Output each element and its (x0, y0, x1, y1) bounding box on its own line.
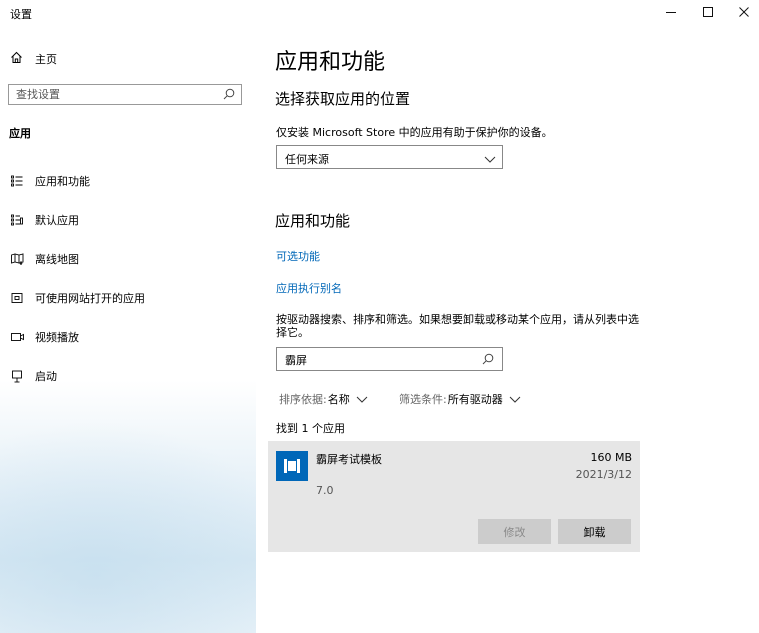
default-apps-icon (10, 213, 24, 227)
app-install-date: 2021/3/12 (575, 468, 632, 481)
search-icon[interactable] (221, 86, 237, 102)
sort-value: 名称 (327, 393, 350, 406)
close-button[interactable] (734, 4, 754, 20)
chevron-down-icon (509, 393, 521, 405)
sidebar-item-label: 视频播放 (35, 331, 79, 344)
sidebar-item-default-apps[interactable]: 默认应用 (10, 211, 79, 229)
chevron-down-icon (484, 150, 496, 163)
close-icon (739, 7, 749, 17)
sidebar-item-label: 可使用网站打开的应用 (35, 292, 145, 305)
home-icon (10, 51, 26, 68)
section-title: 应用 (9, 127, 31, 140)
results-count: 找到 1 个应用 (276, 422, 345, 435)
install-location-heading: 选择获取应用的位置 (275, 90, 411, 108)
sidebar-item-label: 应用和功能 (35, 175, 90, 188)
minimize-icon (666, 12, 676, 13)
app-name: 霸屏考试模板 (316, 453, 382, 466)
settings-search-input[interactable] (16, 87, 216, 102)
video-playback-icon (10, 330, 24, 344)
modify-button[interactable]: 修改 (478, 519, 551, 544)
sidebar-item-startup[interactable]: 启动 (10, 367, 57, 385)
filter-value: 所有驱动器 (447, 393, 503, 406)
sidebar-item-apps-for-websites[interactable]: 可使用网站打开的应用 (10, 289, 145, 307)
startup-icon (10, 369, 24, 383)
search-icon[interactable] (480, 351, 496, 367)
home-label: 主页 (35, 53, 57, 66)
optional-features-link[interactable]: 可选功能 (276, 248, 320, 264)
filter-by-dropdown[interactable]: 筛选条件: 所有驱动器 (399, 391, 521, 407)
sidebar-item-label: 离线地图 (35, 253, 79, 266)
app-execution-aliases-link[interactable]: 应用执行别名 (276, 280, 342, 296)
apps-for-websites-icon (10, 291, 24, 305)
sort-by-dropdown[interactable]: 排序依据: 名称 (279, 391, 368, 407)
sidebar-item-video-playback[interactable]: 视频播放 (10, 328, 79, 346)
settings-search[interactable] (8, 84, 242, 105)
app-size: 160 MB (590, 451, 632, 464)
chevron-down-icon (356, 393, 368, 405)
sidebar-item-label: 默认应用 (35, 214, 79, 227)
home-nav-item[interactable]: 主页 (10, 50, 57, 68)
app-list-item[interactable]: 霸屏考试模板 160 MB 2021/3/12 7.0 修改 卸载 (268, 441, 640, 552)
sidebar-item-offline-maps[interactable]: 离线地图 (10, 250, 79, 268)
window-title: 设置 (10, 8, 32, 21)
filter-label: 筛选条件: (399, 393, 447, 406)
apps-list-icon (10, 174, 24, 188)
install-location-text: 仅安装 Microsoft Store 中的应用有助于保护你的设备。 (276, 126, 553, 139)
uninstall-button[interactable]: 卸载 (558, 519, 631, 544)
minimize-button[interactable] (661, 4, 681, 20)
sidebar-item-apps-features[interactable]: 应用和功能 (10, 172, 90, 190)
sidebar-item-label: 启动 (35, 370, 57, 383)
app-search-box[interactable] (276, 347, 503, 371)
page-title: 应用和功能 (275, 50, 386, 75)
apps-features-heading: 应用和功能 (275, 212, 351, 230)
sidebar: 设置 主页 应用 应用和功能 默认应用 离线地图 可使用网站打 (0, 0, 256, 633)
maximize-icon (703, 7, 713, 17)
install-source-dropdown[interactable]: 任何来源 (276, 145, 503, 169)
search-hint-text: 按驱动器搜索、排序和筛选。如果想要卸载或移动某个应用，请从列表中选择它。 (276, 313, 639, 339)
sort-label: 排序依据: (279, 393, 327, 406)
app-version: 7.0 (316, 484, 334, 497)
app-icon (276, 451, 308, 481)
app-search-input[interactable] (285, 352, 475, 367)
install-source-value: 任何来源 (285, 153, 329, 166)
maximize-button[interactable] (698, 4, 718, 20)
offline-maps-icon (10, 252, 24, 266)
